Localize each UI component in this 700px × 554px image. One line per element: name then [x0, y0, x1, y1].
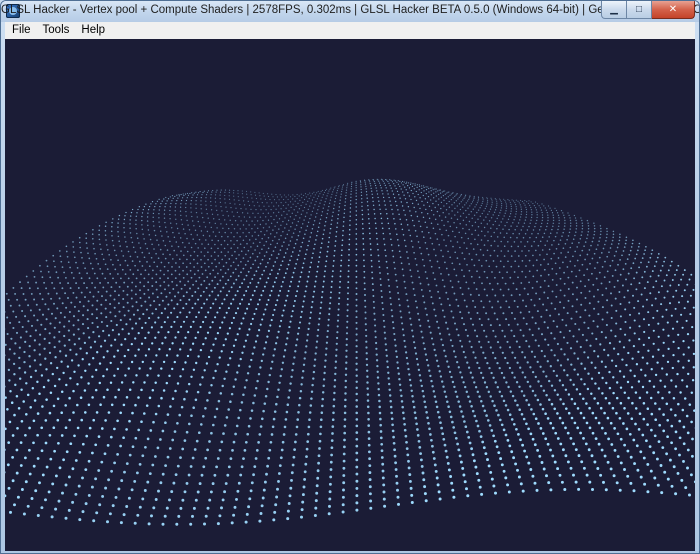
render-viewport[interactable]: [5, 39, 695, 551]
caption-buttons: ▁ □ ✕: [601, 1, 695, 20]
menu-help[interactable]: Help: [76, 22, 110, 39]
app-window: GLSL Hacker - Vertex pool + Compute Shad…: [0, 0, 700, 554]
menu-file[interactable]: File: [7, 22, 36, 39]
close-button[interactable]: ✕: [652, 1, 695, 19]
window-title: GLSL Hacker - Vertex pool + Compute Shad…: [1, 4, 700, 16]
minimize-button[interactable]: ▁: [601, 1, 627, 19]
title-bar[interactable]: GLSL Hacker - Vertex pool + Compute Shad…: [1, 1, 699, 22]
minimize-icon: ▁: [610, 4, 618, 15]
maximize-button[interactable]: □: [627, 1, 652, 19]
menu-bar: File Tools Help: [5, 22, 695, 40]
maximize-icon: □: [635, 4, 643, 15]
menu-tools[interactable]: Tools: [38, 22, 75, 39]
close-icon: ✕: [668, 4, 678, 15]
point-grid-surface: [5, 178, 695, 526]
